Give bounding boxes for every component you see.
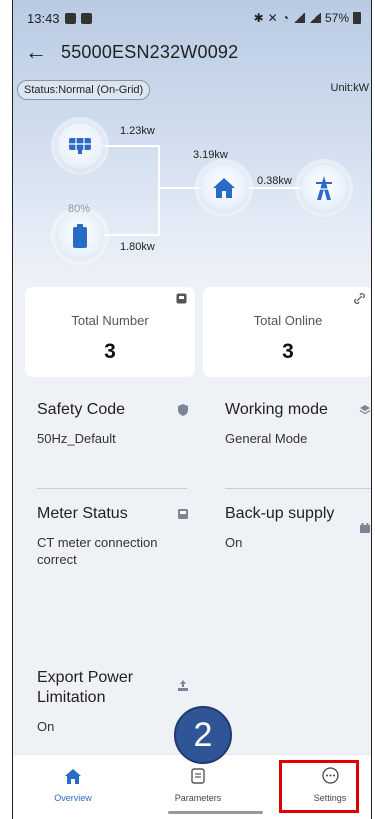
battery-level: 57% — [324, 11, 349, 25]
grid-power-label: 0.38kw — [257, 175, 292, 187]
stats-row: Total Number 3 Total Online 3 — [25, 287, 371, 377]
pv-power-label: 1.23kw — [120, 125, 155, 137]
total-online-value: 3 — [282, 340, 294, 363]
status-badge: Status:Normal (On-Grid) — [17, 80, 151, 100]
home-icon — [65, 769, 81, 784]
export-limit-icon — [178, 680, 188, 691]
safety-code-value: 50Hz_Default — [37, 431, 116, 446]
battery-line — [103, 234, 159, 236]
battery-power-label: 1.80kw — [120, 241, 155, 253]
total-online-card[interactable]: Total Online 3 — [203, 287, 371, 377]
mute-icon: ✕ — [267, 11, 278, 25]
title-bar: ← 55000ESN232W0092 — [25, 38, 238, 66]
clock: 13:43 — [27, 10, 60, 26]
export-limit-value: On — [37, 719, 55, 734]
meter-status-value: CT meter connection correct — [37, 535, 158, 567]
export-limit-title: Export Power Limitation — [37, 669, 134, 706]
step-number-badge: 2 — [174, 706, 232, 764]
back-arrow-icon[interactable]: ← — [25, 41, 47, 63]
total-online-label: Total Online — [253, 313, 323, 328]
nav-parameters-label: Parameters — [174, 793, 222, 803]
signal-icon-2 — [308, 13, 321, 23]
backup-supply-value: On — [225, 535, 243, 550]
wifi-icon: ◔ — [281, 11, 289, 25]
settings-highlight-box — [279, 760, 359, 813]
shield-icon — [178, 404, 188, 416]
document-icon — [191, 768, 205, 784]
grid-line — [245, 187, 307, 189]
energy-flow-diagram: 1.23kw 3.19kw 0.38kw 80% 1.80kw — [13, 105, 371, 280]
divider-right-1 — [225, 488, 371, 489]
total-number-card[interactable]: Total Number 3 — [25, 287, 195, 377]
house-icon — [213, 178, 235, 198]
battery-icon — [73, 224, 87, 248]
unit-label: Unit:kW — [330, 82, 370, 94]
gesture-bar — [168, 811, 263, 814]
battery-icon — [353, 12, 361, 24]
status-bar: 13:43 ✱ ✕ ◔ 57% — [27, 8, 361, 28]
working-mode-title: Working mode — [225, 401, 328, 418]
link-icon — [354, 293, 365, 304]
meter-status-item[interactable]: Meter Status CT meter connection correct — [37, 504, 177, 568]
load-line — [158, 187, 203, 189]
meter-icon — [178, 509, 188, 519]
bluetooth-icon: ✱ — [253, 11, 264, 25]
battery-soc-label: 80% — [68, 203, 91, 215]
pv-line — [103, 145, 159, 147]
load-power-label: 3.19kw — [193, 149, 228, 161]
working-mode-value: General Mode — [225, 431, 308, 446]
backup-battery-icon — [360, 523, 370, 533]
nav-overview-label: Overview — [54, 793, 92, 803]
total-number-label: Total Number — [71, 313, 149, 328]
grid-node[interactable] — [301, 165, 347, 211]
backup-supply-item[interactable]: Back-up supply On — [225, 504, 335, 551]
battery-node[interactable] — [57, 213, 103, 259]
pv-node[interactable] — [57, 123, 103, 169]
trunk-line — [158, 145, 160, 235]
load-node[interactable] — [201, 165, 247, 211]
safety-code-item[interactable]: Safety Code 50Hz_Default — [37, 400, 177, 447]
page-title: 55000ESN232W0092 — [61, 41, 239, 62]
safety-code-title: Safety Code — [37, 401, 126, 418]
export-limit-item[interactable]: Export Power Limitation On — [37, 668, 167, 735]
total-number-value: 3 — [104, 340, 116, 363]
signal-icon — [292, 13, 305, 23]
backup-supply-title: Back-up supply — [225, 505, 335, 522]
app-frame: 13:43 ✱ ✕ ◔ 57% ← 55000ESN232W0092 Statu… — [12, 0, 372, 819]
nav-overview[interactable]: Overview — [28, 755, 118, 810]
device-count-icon — [176, 293, 187, 304]
check-notification-icon — [80, 12, 92, 24]
meter-status-title: Meter Status — [37, 505, 128, 522]
layers-icon — [359, 405, 371, 415]
solar-panel-icon — [69, 138, 91, 154]
power-tower-icon — [316, 176, 332, 200]
gallery-notification-icon — [64, 12, 76, 24]
divider-left-1 — [37, 488, 187, 489]
working-mode-item[interactable]: Working mode General Mode — [225, 400, 365, 447]
